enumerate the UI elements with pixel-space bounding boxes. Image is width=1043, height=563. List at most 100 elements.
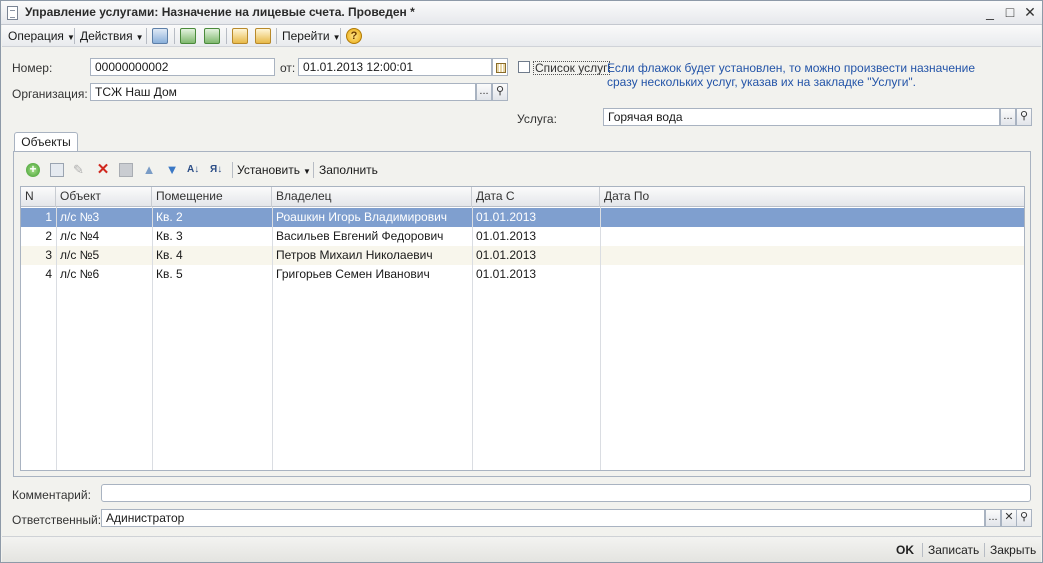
- cell-object: л/с №5: [60, 248, 100, 262]
- organization-label: Организация:: [12, 87, 88, 101]
- column-header-n[interactable]: N: [21, 187, 56, 207]
- services-list-label[interactable]: Список услуг: [533, 61, 610, 75]
- set-menu-label: Установить: [237, 163, 300, 177]
- cell-object: л/с №3: [60, 210, 100, 224]
- service-select-button[interactable]: ...: [1000, 108, 1016, 126]
- services-hint-text: Если флажок будет установлен, то можно п…: [607, 61, 976, 89]
- cell-owner: Васильев Евгений Федорович: [276, 229, 444, 243]
- responsible-field[interactable]: Адинистратор: [101, 509, 985, 527]
- cell-date-from: 01.01.2013: [476, 248, 537, 262]
- unpost-document-icon[interactable]: [255, 28, 271, 44]
- fill-button[interactable]: Заполнить: [319, 162, 378, 178]
- column-header-owner[interactable]: Владелец: [272, 187, 472, 207]
- comment-field[interactable]: [101, 484, 1031, 502]
- organization-select-button[interactable]: ...: [476, 83, 492, 101]
- search-icon[interactable]: ⚲: [492, 83, 508, 101]
- number-field[interactable]: 00000000002: [90, 58, 275, 76]
- cell-date-to: [600, 227, 1024, 246]
- column-divider: [472, 207, 473, 470]
- cell-room: Кв. 3: [156, 229, 183, 243]
- toolbar-divider: [922, 543, 923, 557]
- move-up-icon[interactable]: ▲: [142, 163, 156, 177]
- services-list-checkbox[interactable]: [518, 61, 530, 73]
- goto-menu[interactable]: Перейти ▼: [282, 28, 340, 44]
- table-row[interactable]: 1 л/с №3 Кв. 2 Роашкин Игорь Владимирови…: [21, 208, 1024, 227]
- cell-object: л/с №6: [60, 267, 100, 281]
- cell-object: л/с №4: [60, 229, 100, 243]
- refresh-icon[interactable]: [180, 28, 196, 44]
- column-header-date-to[interactable]: Дата По: [600, 187, 1024, 207]
- responsible-label: Ответственный:: [12, 513, 102, 527]
- column-divider: [272, 207, 273, 470]
- copy-document-icon[interactable]: [204, 28, 220, 44]
- toolbar-divider: [232, 162, 233, 178]
- edit-row-icon[interactable]: ✎: [73, 163, 87, 177]
- column-divider: [56, 207, 57, 470]
- cell-room: Кв. 4: [156, 248, 183, 262]
- delete-row-icon[interactable]: ✕: [96, 162, 110, 177]
- sort-descending-icon[interactable]: Я↓: [210, 163, 224, 177]
- operation-menu[interactable]: Операция ▼: [8, 28, 75, 44]
- toolbar-divider: [340, 28, 341, 44]
- document-window: Управление услугами: Назначение на лицев…: [0, 0, 1043, 563]
- command-bar: OK Записать Закрыть: [2, 536, 1041, 562]
- main-toolbar: Операция ▼ Действия ▼ Перейти ▼ ?: [2, 25, 1041, 47]
- add-row-icon[interactable]: +: [26, 163, 40, 177]
- toolbar-divider: [226, 28, 227, 44]
- actions-menu-label: Действия: [80, 29, 133, 43]
- clear-icon[interactable]: ✕: [1001, 509, 1017, 527]
- search-icon[interactable]: ⚲: [1016, 108, 1032, 126]
- toolbar-divider: [74, 28, 75, 44]
- cell-n: 3: [45, 248, 52, 262]
- post-document-icon[interactable]: [232, 28, 248, 44]
- end-edit-icon[interactable]: [119, 163, 133, 177]
- toolbar-divider: [146, 28, 147, 44]
- table-row[interactable]: 3 л/с №5 Кв. 4 Петров Михаил Николаевич …: [21, 246, 1024, 265]
- close-button[interactable]: Закрыть: [990, 543, 1036, 557]
- table-row[interactable]: 2 л/с №4 Кв. 3 Васильев Евгений Федорови…: [21, 227, 1024, 246]
- close-window-button[interactable]: ✕: [1021, 3, 1039, 21]
- cell-n: 1: [45, 210, 52, 224]
- cell-owner: Роашкин Игорь Владимирович: [276, 210, 448, 224]
- cell-owner: Григорьев Семен Иванович: [276, 267, 430, 281]
- set-menu[interactable]: Установить ▼: [237, 162, 311, 178]
- organization-field[interactable]: ТСЖ Наш Дом: [90, 83, 476, 101]
- search-icon[interactable]: ⚲: [1016, 509, 1032, 527]
- objects-table[interactable]: N Объект Помещение Владелец Дата С Дата …: [20, 186, 1025, 471]
- maximize-button[interactable]: □: [1001, 3, 1019, 21]
- chevron-down-icon: ▼: [302, 167, 311, 176]
- toolbar-divider: [276, 28, 277, 44]
- copy-row-icon[interactable]: [50, 163, 64, 177]
- cell-date-to: [600, 265, 1024, 284]
- responsible-select-button[interactable]: ...: [985, 509, 1001, 527]
- column-header-date-from[interactable]: Дата С: [472, 187, 600, 207]
- cell-date-from: 01.01.2013: [476, 210, 537, 224]
- comment-label: Комментарий:: [12, 488, 91, 502]
- cell-room: Кв. 2: [156, 210, 183, 224]
- date-field[interactable]: 01.01.2013 12:00:01: [298, 58, 492, 76]
- goto-menu-label: Перейти: [282, 29, 330, 43]
- sort-ascending-icon[interactable]: A↓: [187, 163, 201, 177]
- post-and-close-icon[interactable]: [152, 28, 168, 44]
- column-header-object[interactable]: Объект: [56, 187, 152, 207]
- grid-toolbar: + ✎ ✕ ▲ ▼ A↓ Я↓ Установить ▼ Заполнить: [20, 160, 1024, 180]
- service-field[interactable]: Горячая вода: [603, 108, 1000, 126]
- help-icon[interactable]: ?: [346, 28, 362, 44]
- move-down-icon[interactable]: ▼: [165, 163, 179, 177]
- toolbar-divider: [174, 28, 175, 44]
- cell-n: 2: [45, 229, 52, 243]
- table-row[interactable]: 4 л/с №6 Кв. 5 Григорьев Семен Иванович …: [21, 265, 1024, 284]
- ok-button[interactable]: OK: [896, 543, 914, 557]
- actions-menu[interactable]: Действия ▼: [80, 28, 144, 44]
- title-bar: Управление услугами: Назначение на лицев…: [1, 1, 1042, 25]
- save-button[interactable]: Записать: [928, 543, 979, 557]
- toolbar-divider: [984, 543, 985, 557]
- service-label: Услуга:: [517, 112, 557, 126]
- calendar-icon[interactable]: [492, 58, 508, 76]
- minimize-button[interactable]: _: [981, 3, 999, 21]
- window-title: Управление услугами: Назначение на лицев…: [25, 5, 415, 19]
- table-header: N Объект Помещение Владелец Дата С Дата …: [21, 187, 1024, 207]
- tab-objects[interactable]: Объекты: [14, 132, 78, 152]
- column-header-room[interactable]: Помещение: [152, 187, 272, 207]
- cell-date-to: [600, 246, 1024, 265]
